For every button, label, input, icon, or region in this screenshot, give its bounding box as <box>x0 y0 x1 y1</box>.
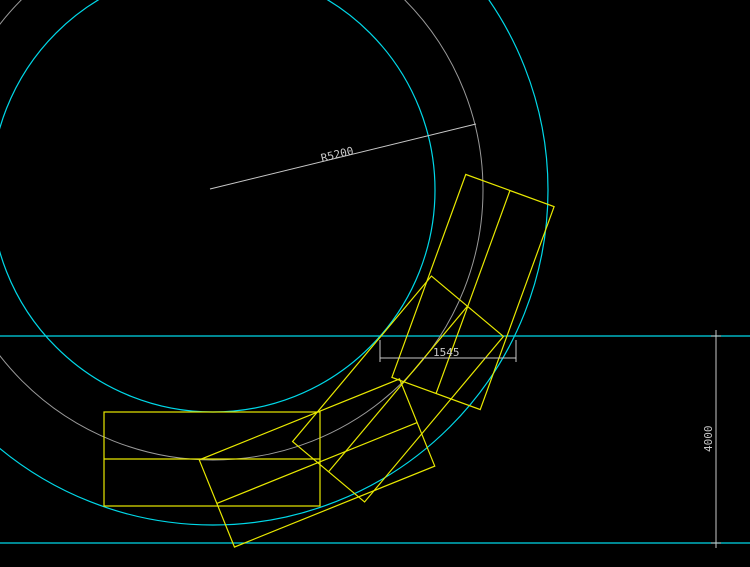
drawing-background <box>0 0 750 567</box>
clearance-dimension-label: 1545 <box>433 346 460 359</box>
cad-drawing-canvas: R5200 1545 4000 <box>0 0 750 567</box>
road-width-dimension-label: 4000 <box>702 426 715 453</box>
